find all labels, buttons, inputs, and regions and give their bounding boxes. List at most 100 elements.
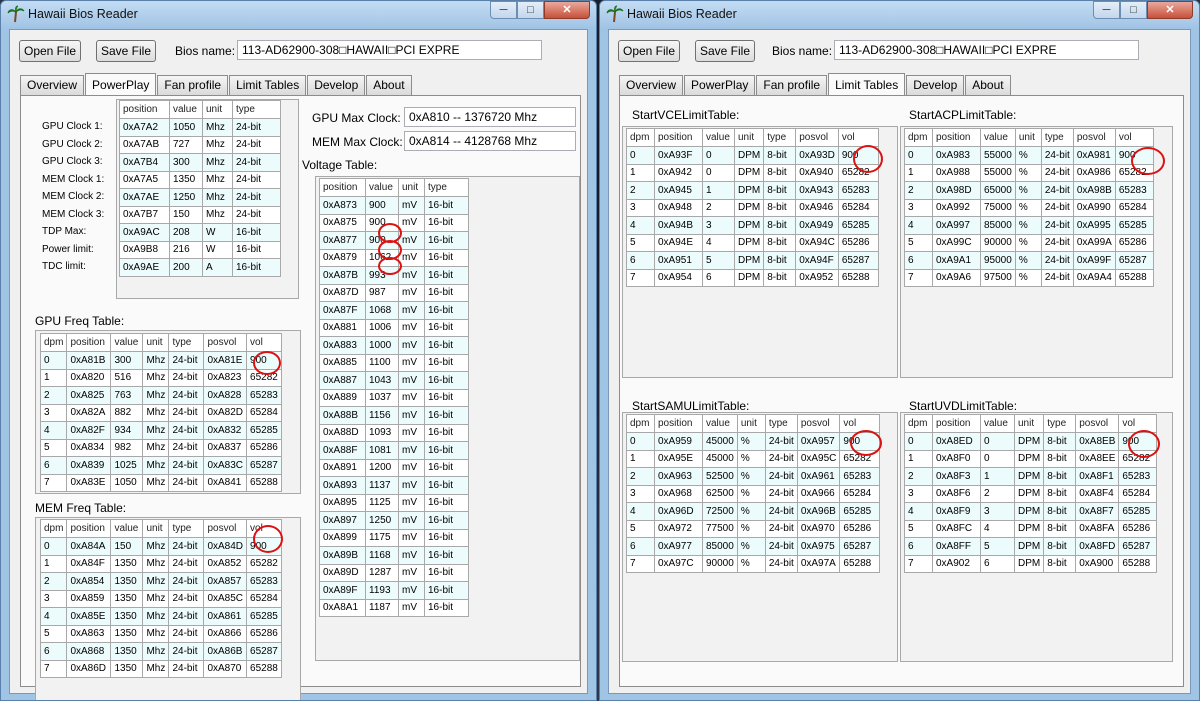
- table-cell[interactable]: 3: [39, 403, 68, 422]
- table-cell[interactable]: 0xA825: [66, 386, 112, 405]
- table-row[interactable]: 0xA883 1000 mV 16-bit: [319, 336, 469, 355]
- table-cell[interactable]: 65285: [246, 421, 282, 440]
- table-cell[interactable]: %: [1014, 216, 1042, 235]
- table-cell[interactable]: 45000: [702, 432, 738, 451]
- table-cell[interactable]: 0xA99A: [1072, 233, 1116, 252]
- table-cell[interactable]: 65288: [246, 473, 282, 492]
- table-cell[interactable]: 16-bit: [232, 223, 281, 242]
- table-cell[interactable]: 0xA900: [1075, 554, 1120, 573]
- column-header-value[interactable]: value: [702, 414, 738, 433]
- table-row[interactable]: 3 0xA8F6 2 DPM 8-bit 0xA8F4 65284: [904, 484, 1158, 503]
- table-cell[interactable]: DPM: [733, 146, 765, 165]
- table-cell[interactable]: 4: [980, 519, 1015, 538]
- table-row[interactable]: 0xA8A1 1187 mV 16-bit: [319, 598, 469, 617]
- table-cell[interactable]: 65282: [1114, 163, 1154, 182]
- table-cell[interactable]: 4: [39, 607, 68, 626]
- table-row[interactable]: 0xA87B 993 mV 16-bit: [319, 266, 469, 285]
- table-cell[interactable]: 0: [980, 449, 1015, 468]
- table-row[interactable]: 0xA9B8 216 W 16-bit: [119, 240, 281, 259]
- table-row[interactable]: 2 0xA8F3 1 DPM 8-bit 0xA8F1 65283: [904, 467, 1158, 486]
- table-cell[interactable]: 16-bit: [424, 511, 469, 530]
- table-cell[interactable]: 0xA89F: [319, 581, 366, 600]
- table-cell[interactable]: 8-bit: [1043, 519, 1077, 538]
- table-cell[interactable]: 0xA897: [319, 511, 366, 530]
- table-cell[interactable]: 65286: [837, 233, 879, 252]
- table-cell[interactable]: %: [736, 484, 766, 503]
- table-cell[interactable]: 0xA8ED: [932, 432, 981, 451]
- table-cell[interactable]: 16-bit: [424, 388, 469, 407]
- table-cell[interactable]: 0xA881: [319, 318, 366, 337]
- table-cell[interactable]: 0xA99F: [1072, 251, 1116, 270]
- table-cell[interactable]: 0xA97A: [796, 554, 841, 573]
- table-cell[interactable]: 8-bit: [1043, 484, 1077, 503]
- table-cell[interactable]: 24-bit: [168, 554, 205, 573]
- table-cell[interactable]: 16-bit: [424, 196, 469, 215]
- table-cell[interactable]: 24-bit: [764, 449, 798, 468]
- column-header-value[interactable]: value: [110, 519, 144, 538]
- table-cell[interactable]: mV: [398, 231, 425, 250]
- table-cell[interactable]: 1168: [365, 546, 399, 565]
- table-cell[interactable]: 0xA8F1: [1075, 467, 1120, 486]
- table-cell[interactable]: 0xA823: [203, 368, 248, 387]
- minimize-button[interactable]: ─: [490, 1, 517, 19]
- table-cell[interactable]: 0xA990: [1072, 198, 1116, 217]
- table-cell[interactable]: 24-bit: [764, 502, 798, 521]
- table-cell[interactable]: 24-bit: [1040, 268, 1074, 287]
- table-row[interactable]: 0xA885 1100 mV 16-bit: [319, 353, 469, 372]
- table-cell[interactable]: mV: [398, 441, 425, 460]
- table-cell[interactable]: 8-bit: [1043, 467, 1077, 486]
- table-cell[interactable]: 8-bit: [763, 216, 797, 235]
- table-cell[interactable]: 0xA7AB: [119, 135, 170, 154]
- table-cell[interactable]: 0xA870: [203, 659, 248, 678]
- table-cell[interactable]: 0xA952: [795, 268, 839, 287]
- table-cell[interactable]: 8-bit: [1043, 554, 1077, 573]
- column-header-posvol[interactable]: posvol: [796, 414, 841, 433]
- column-header-unit[interactable]: unit: [1013, 414, 1045, 433]
- table-cell[interactable]: 65000: [980, 181, 1016, 200]
- column-header-type[interactable]: type: [424, 178, 469, 197]
- table-cell[interactable]: DPM: [733, 216, 765, 235]
- column-header-vol[interactable]: vol: [1114, 128, 1154, 147]
- table-cell[interactable]: %: [736, 554, 766, 573]
- table-cell[interactable]: 65288: [1118, 554, 1158, 573]
- table-cell[interactable]: 216: [169, 240, 203, 259]
- table-cell[interactable]: W: [202, 223, 233, 242]
- column-header-position[interactable]: position: [66, 333, 112, 352]
- table-cell[interactable]: 0xA9AE: [119, 258, 170, 277]
- table-cell[interactable]: 900: [365, 231, 399, 250]
- table-cell[interactable]: 52500: [702, 467, 738, 486]
- maximize-button[interactable]: □: [517, 1, 544, 19]
- table-cell[interactable]: 1: [980, 467, 1015, 486]
- table-row[interactable]: 4 0xA8F9 3 DPM 8-bit 0xA8F7 65285: [904, 502, 1158, 521]
- table-cell[interactable]: mV: [398, 283, 425, 302]
- table-cell[interactable]: 65286: [246, 624, 282, 643]
- table-cell[interactable]: 65285: [246, 607, 282, 626]
- table-cell[interactable]: Mhz: [142, 607, 170, 626]
- table-cell[interactable]: 0xA82A: [66, 403, 112, 422]
- table-cell[interactable]: DPM: [1013, 484, 1045, 503]
- table-cell[interactable]: 1250: [365, 511, 399, 530]
- table-row[interactable]: 0xA87D 987 mV 16-bit: [319, 283, 469, 302]
- table-cell[interactable]: Mhz: [202, 135, 233, 154]
- table-cell[interactable]: 1350: [110, 659, 144, 678]
- table-cell[interactable]: %: [1014, 163, 1042, 182]
- table-cell[interactable]: %: [736, 519, 766, 538]
- table-cell[interactable]: 0xA83E: [66, 473, 112, 492]
- column-header-value[interactable]: value: [110, 333, 144, 352]
- table-cell[interactable]: 55000: [980, 146, 1016, 165]
- column-header-posvol[interactable]: posvol: [1072, 128, 1116, 147]
- column-header-type[interactable]: type: [1043, 414, 1077, 433]
- table-cell[interactable]: 0xA945: [654, 181, 703, 200]
- table-cell[interactable]: 0xA859: [66, 589, 112, 608]
- table-cell[interactable]: 0xA885: [319, 353, 366, 372]
- table-cell[interactable]: mV: [398, 248, 425, 267]
- table-cell[interactable]: 0xA977: [654, 537, 703, 556]
- table-cell[interactable]: 900: [365, 213, 399, 232]
- table-cell[interactable]: DPM: [1013, 432, 1045, 451]
- tab-overview[interactable]: Overview: [20, 75, 85, 95]
- table-cell[interactable]: 16-bit: [424, 406, 469, 425]
- table-cell[interactable]: 0xA943: [795, 181, 839, 200]
- column-header-value[interactable]: value: [702, 128, 735, 147]
- table-cell[interactable]: 300: [169, 153, 203, 172]
- table-cell[interactable]: 65288: [837, 268, 879, 287]
